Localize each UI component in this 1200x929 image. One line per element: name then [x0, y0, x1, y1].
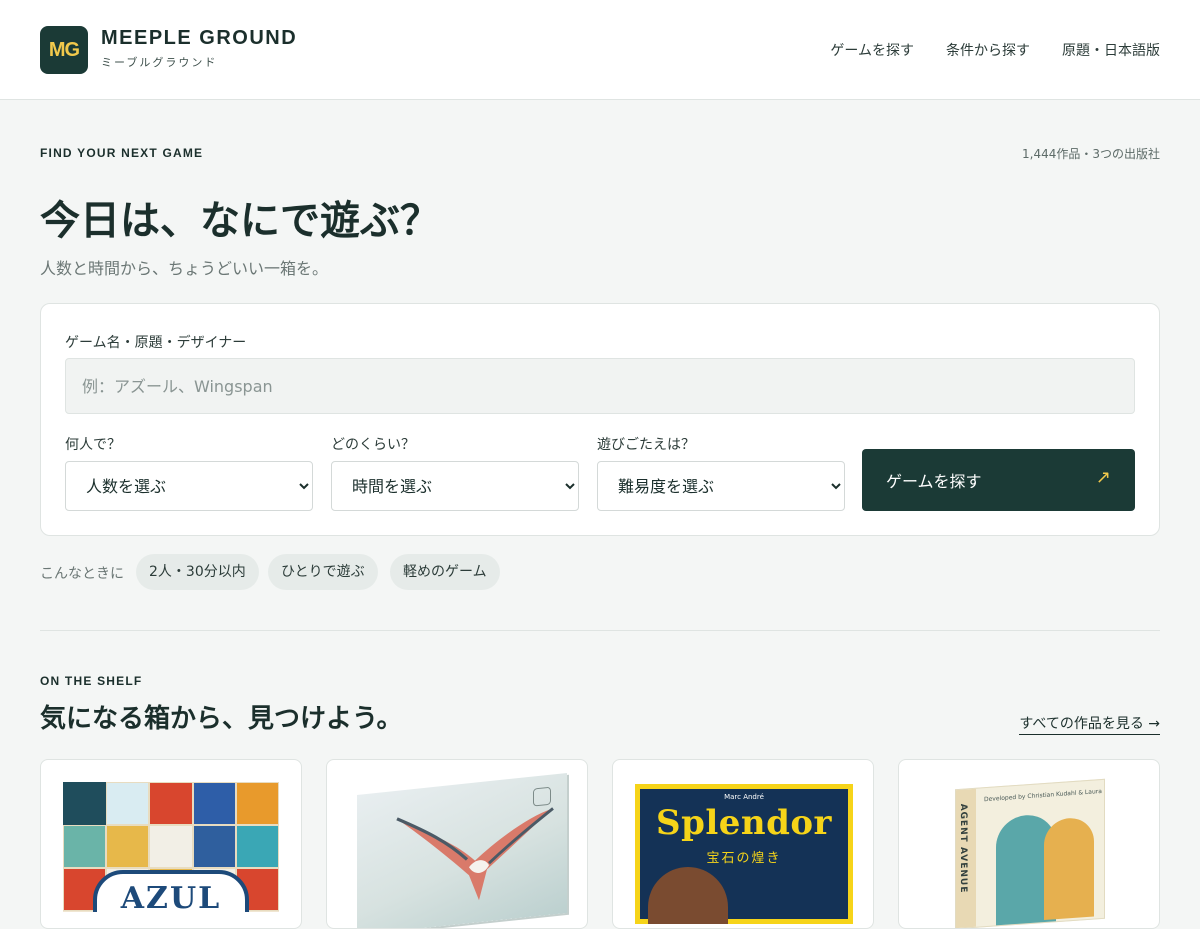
hero-title: 今日は、なにで遊ぶ？ — [40, 197, 440, 244]
publisher-badge-icon — [533, 786, 551, 807]
nav-original-japanese[interactable]: 原題・日本語版 — [1062, 40, 1160, 60]
wingspan-bird-box-cover — [357, 772, 567, 928]
search-submit-label: ゲームを探す — [886, 472, 982, 491]
splendor-box-cover: Marc André Splendor 宝石の煌き — [635, 784, 853, 924]
main-nav: ゲームを探す 条件から探す 原題・日本語版 — [830, 40, 1160, 60]
nav-find-games[interactable]: ゲームを探す — [830, 40, 914, 60]
agent-avenue-box-cover: AGENT AVENUE Developed by Christian Kuda… — [955, 778, 1105, 928]
query-label: ゲーム名・原題・デザイナー — [65, 335, 247, 351]
players-label: 何人で？ — [65, 437, 121, 453]
hero-subtitle: 人数と時間から、ちょうどいい一箱を。 — [40, 259, 329, 278]
shelf-title: 気になる箱から、見つけよう。 — [40, 704, 403, 734]
chip-solo[interactable]: ひとりで遊ぶ — [268, 554, 378, 590]
game-card-wingspan[interactable] — [326, 759, 588, 929]
azul-cover-title: AZUL — [93, 870, 249, 912]
section-divider — [40, 630, 1160, 631]
splendor-cover-subtitle: 宝石の煌き — [706, 851, 782, 866]
time-select[interactable]: 時間を選ぶ — [331, 461, 579, 511]
publisher-logo-icon — [63, 782, 106, 825]
see-all-games-link[interactable]: すべての作品を見る → — [1019, 713, 1160, 735]
splendor-cover-title: Splendor — [656, 803, 832, 843]
azul-tile-box-cover: AZUL — [63, 782, 279, 912]
agent-silhouette-icon — [1044, 816, 1094, 921]
catalog-stats: 1,444作品・3つの出版社 — [1022, 147, 1160, 161]
chip-two-players-30min[interactable]: 2人・30分以内 — [136, 554, 259, 590]
nav-search-conditions[interactable]: 条件から探す — [946, 40, 1030, 60]
site-header: MG MEEPLE GROUND ミーブルグラウンド ゲームを探す 条件から探す… — [0, 0, 1200, 100]
splendor-cover-author: Marc André — [724, 793, 764, 801]
logo-mark[interactable]: MG — [40, 26, 88, 74]
agent-avenue-cover-title: AGENT AVENUE — [958, 803, 968, 894]
hero-eyebrow: FIND YOUR NEXT GAME — [40, 146, 204, 160]
time-label: どのくらい？ — [331, 437, 415, 453]
search-input[interactable] — [65, 358, 1135, 414]
brand-subtitle: ミーブルグラウンド — [101, 56, 218, 69]
difficulty-select[interactable]: 難易度を選ぶ — [597, 461, 845, 511]
search-card: ゲーム名・原題・デザイナー 何人で？ 人数を選ぶ どのくらい？ 時間を選ぶ 遊び… — [40, 303, 1160, 536]
brand-name[interactable]: MEEPLE GROUND — [101, 27, 297, 50]
game-card-splendor[interactable]: Marc André Splendor 宝石の煌き — [612, 759, 874, 929]
quick-filters-label: こんなときに — [40, 566, 124, 582]
arrow-up-right-icon: ↗ — [1095, 467, 1111, 488]
agent-avenue-credit: Developed by Christian Kudahl & Laura Ku… — [984, 786, 1105, 804]
search-submit-button[interactable]: ゲームを探す ↗ — [862, 449, 1135, 511]
shelf-eyebrow: ON THE SHELF — [40, 674, 143, 688]
players-select[interactable]: 人数を選ぶ — [65, 461, 313, 511]
chip-light-games[interactable]: 軽めのゲーム — [390, 554, 500, 590]
game-card-agent-avenue[interactable]: AGENT AVENUE Developed by Christian Kuda… — [898, 759, 1160, 929]
agent-avenue-box-side: AGENT AVENUE — [956, 788, 976, 928]
difficulty-label: 遊びごたえは？ — [597, 437, 695, 453]
merchant-portrait-icon — [648, 867, 728, 924]
game-card-azul[interactable]: AZUL — [40, 759, 302, 929]
